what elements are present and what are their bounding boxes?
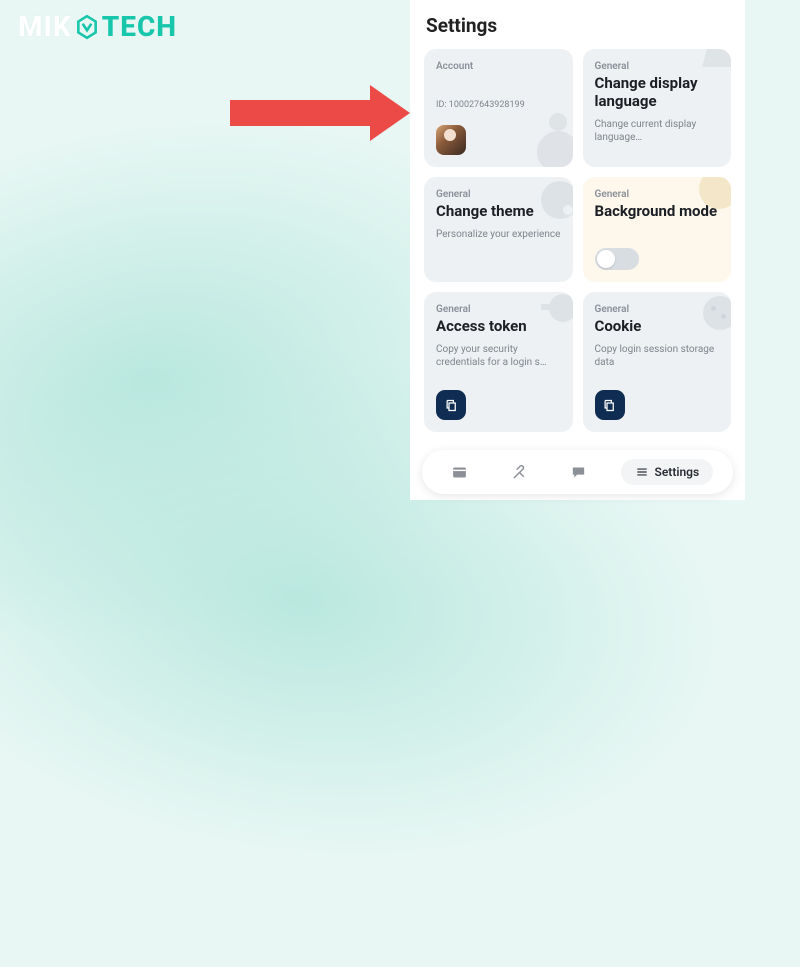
toggle-knob	[597, 250, 615, 268]
nav-settings-label: Settings	[655, 465, 700, 479]
card-title: Access token	[436, 317, 561, 335]
card-title: Change display language	[595, 74, 720, 110]
app-panel: Settings Account ID: 100027643928199 Gen…	[410, 0, 745, 500]
card-cookie[interactable]: General Cookie Copy login session storag…	[583, 292, 732, 432]
card-desc: Copy login session storage data	[595, 343, 720, 369]
card-background-mode[interactable]: General Background mode	[583, 177, 732, 282]
nav-tools[interactable]	[501, 454, 537, 490]
nav-browser[interactable]	[442, 454, 478, 490]
card-title: Background mode	[595, 202, 720, 220]
logo-text-part2: TECH	[102, 10, 177, 43]
settings-cards: Account ID: 100027643928199 General Chan…	[424, 49, 731, 432]
copy-cookie-button[interactable]	[595, 390, 625, 420]
tools-icon	[511, 464, 528, 481]
card-change-language[interactable]: General Change display language Change c…	[583, 49, 732, 167]
menu-icon	[635, 465, 649, 479]
avatar	[436, 125, 466, 155]
person-icon	[537, 131, 573, 167]
hex-icon	[74, 14, 100, 40]
copy-icon	[602, 398, 617, 413]
copy-icon	[444, 398, 459, 413]
card-change-theme[interactable]: General Change theme Personalize your ex…	[424, 177, 573, 282]
card-tag: General	[595, 61, 720, 72]
card-tag: Account	[436, 61, 561, 72]
annotation-arrow	[230, 88, 420, 138]
card-desc: Personalize your experience	[436, 228, 561, 241]
cookie-icon	[703, 296, 731, 330]
page-title: Settings	[426, 14, 731, 37]
card-title: Cookie	[595, 317, 720, 335]
nav-chat[interactable]	[561, 454, 597, 490]
logo-text-part1: MIK	[18, 10, 72, 43]
key-icon	[549, 294, 573, 322]
flag-icon	[702, 49, 731, 67]
browser-icon	[451, 464, 468, 481]
brand-logo: MIK TECH	[18, 10, 177, 43]
card-tag: General	[595, 304, 720, 315]
background-mode-toggle[interactable]	[595, 248, 639, 270]
bottom-nav: Settings	[422, 450, 733, 494]
copy-token-button[interactable]	[436, 390, 466, 420]
nav-settings[interactable]: Settings	[621, 459, 714, 485]
chat-icon	[570, 464, 587, 481]
card-access-token[interactable]: General Access token Copy your security …	[424, 292, 573, 432]
card-account[interactable]: Account ID: 100027643928199	[424, 49, 573, 167]
card-desc: Change current display language…	[595, 118, 720, 144]
card-desc: Copy your security credentials for a log…	[436, 343, 561, 369]
account-id: ID: 100027643928199	[436, 100, 561, 110]
